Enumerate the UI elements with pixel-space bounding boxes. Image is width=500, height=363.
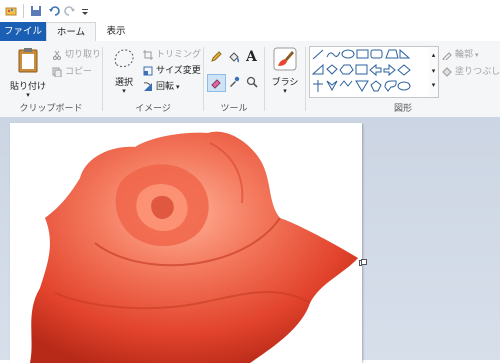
paint-app-icon[interactable] [5, 5, 17, 17]
canvas-area [0, 117, 500, 363]
scroll-down-icon[interactable]: ▾ [429, 63, 438, 79]
magnifier-icon[interactable] [246, 76, 258, 88]
chevron-down-icon: ▾ [283, 87, 287, 95]
crop-button[interactable]: トリミング [143, 48, 201, 62]
select-button[interactable]: 選択 ▾ [107, 46, 141, 98]
copy-button[interactable]: コピー [52, 65, 92, 79]
chevron-down-icon: ▾ [176, 83, 180, 91]
canvas-resize-handle[interactable] [361, 259, 367, 265]
chevron-down-icon: ▾ [26, 91, 30, 99]
shapes-gallery-icons [311, 48, 411, 92]
scroll-up-icon[interactable]: ▴ [429, 47, 438, 63]
fill-bucket-icon[interactable] [228, 51, 240, 63]
save-icon[interactable] [30, 5, 42, 17]
color-picker-icon[interactable] [228, 76, 240, 88]
outline-button[interactable]: 輪郭 ▾ [442, 48, 479, 62]
eraser-icon [211, 79, 221, 89]
tab-home[interactable]: ホーム [46, 22, 96, 42]
rotate-icon [143, 81, 152, 91]
rose-image [30, 131, 358, 363]
brush-button[interactable]: ブラシ ▾ [269, 46, 301, 98]
chevron-down-icon: ▾ [122, 87, 126, 95]
scissors-icon [53, 50, 61, 60]
cut-label: 切り取り [65, 50, 102, 60]
tab-view[interactable]: 表示 [96, 22, 136, 41]
clipboard-group-label: クリップボード [19, 104, 83, 114]
tools-group-label: ツール [220, 104, 248, 114]
paste-button[interactable]: 貼り付け ▾ [8, 46, 48, 99]
chevron-down-icon: ▾ [475, 51, 479, 59]
outline-label: 輪郭 [455, 50, 474, 60]
tools-group: A ツール [204, 41, 264, 117]
cut-button[interactable]: 切り取り [52, 48, 101, 62]
rotate-button[interactable]: 回転 ▾ [143, 80, 180, 94]
resize-icon [143, 66, 153, 75]
undo-icon[interactable] [48, 5, 60, 17]
redo-icon[interactable] [64, 5, 76, 17]
drawing-canvas[interactable] [10, 123, 362, 363]
image-group-label: イメージ [135, 104, 171, 114]
fill-icon [442, 66, 452, 77]
ribbon: 貼り付け ▾ 切り取り コピー クリップボード 選択 ▾ トリミング サイズ変更… [0, 41, 500, 118]
shapes-group-label: 図形 [393, 104, 412, 114]
tab-file[interactable]: ファイル [0, 22, 46, 41]
crop-icon [143, 49, 153, 60]
quick-access-toolbar [0, 0, 500, 23]
paste-icon [18, 48, 38, 73]
rotate-label: 回転 [156, 82, 175, 92]
outline-icon [442, 51, 452, 60]
fill-button[interactable]: 塗りつぶし▾ [442, 65, 500, 79]
fill-label: 塗りつぶし [455, 67, 500, 77]
resize-label: サイズ変更 [156, 66, 201, 76]
brush-group: ブラシ ▾ [265, 41, 305, 117]
clipboard-group: 貼り付け ▾ 切り取り コピー クリップボード [0, 41, 102, 117]
shapes-gallery[interactable] [309, 46, 431, 98]
brush-icon [273, 47, 297, 71]
select-icon [114, 49, 134, 67]
eraser-button[interactable] [207, 74, 226, 92]
customize-dropdown-icon[interactable] [80, 5, 90, 17]
ribbon-tabs: ファイル ホーム 表示 [0, 22, 500, 42]
crop-label: トリミング [156, 50, 202, 60]
shapes-group: ▴ ▾ ▾ 輪郭▾ 塗りつぶし▾ 図形 [306, 41, 500, 117]
image-group: 選択 ▾ トリミング サイズ変更 回転 ▾ イメージ [103, 41, 203, 117]
copy-icon [52, 67, 62, 77]
gallery-expand-icon[interactable]: ▾ [429, 79, 438, 91]
pencil-icon[interactable] [210, 51, 222, 63]
text-tool-icon[interactable]: A [246, 49, 257, 65]
resize-button[interactable]: サイズ変更 [143, 64, 201, 78]
copy-label: コピー [65, 67, 93, 77]
shapes-gallery-scroll[interactable]: ▴ ▾ ▾ [429, 46, 439, 98]
